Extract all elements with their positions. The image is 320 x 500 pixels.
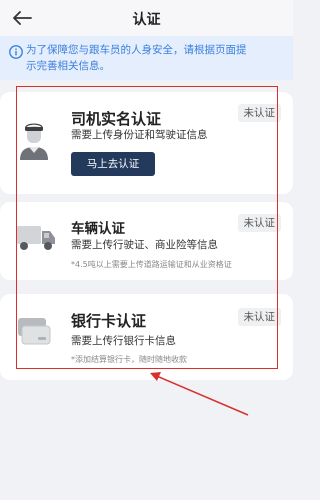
header-bar: 认证: [0, 0, 293, 36]
notice-text: 为了保障您与跟车员的人身安全，请根据页面提 示完善相关信息。: [26, 44, 247, 72]
page-title: 认证: [132, 12, 161, 28]
info-icon: [9, 45, 23, 59]
safety-notice: 为了保障您与跟车员的人身安全，请根据页面提 示完善相关信息。: [0, 36, 293, 80]
highlight-box: [16, 86, 278, 369]
